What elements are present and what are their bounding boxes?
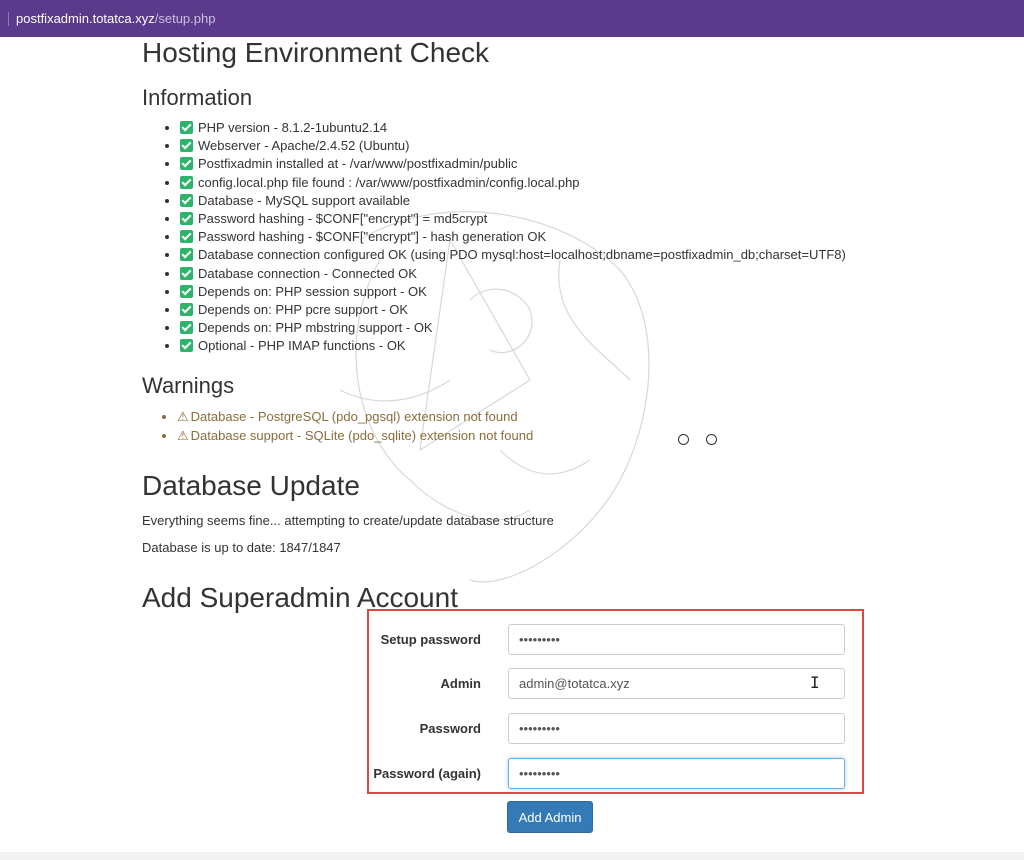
checkmark-icon bbox=[180, 248, 193, 262]
check-item: PHP version - 8.1.2-1ubuntu2.14 bbox=[180, 119, 846, 137]
check-text: config.local.php file found : /var/www/p… bbox=[198, 174, 580, 190]
check-item: Webserver - Apache/2.4.52 (Ubuntu) bbox=[180, 137, 846, 155]
check-text: Depends on: PHP mbstring support - OK bbox=[198, 320, 433, 336]
check-text: Password hashing - $CONF["encrypt"] = md… bbox=[198, 211, 488, 227]
check-item: Database connection - Connected OK bbox=[180, 265, 846, 283]
check-text: Webserver - Apache/2.4.52 (Ubuntu) bbox=[198, 138, 410, 154]
admin-row: Admin bbox=[369, 668, 866, 699]
information-list: PHP version - 8.1.2-1ubuntu2.14 Webserve… bbox=[162, 119, 846, 356]
password-again-input[interactable] bbox=[508, 758, 845, 789]
check-text: Postfixadmin installed at - /var/www/pos… bbox=[198, 156, 518, 172]
database-version-status: Database is up to date: 1847/1847 bbox=[142, 540, 341, 555]
warning-icon: ⚠ bbox=[177, 409, 189, 424]
page-bottom-bar bbox=[0, 852, 1024, 860]
checkmark-icon bbox=[180, 230, 193, 244]
password-again-row: Password (again) bbox=[369, 758, 866, 789]
password-again-label: Password (again) bbox=[373, 766, 481, 781]
checkmark-icon bbox=[180, 175, 193, 189]
database-update-title: Database Update bbox=[142, 470, 360, 501]
check-item: Password hashing - $CONF["encrypt"] = md… bbox=[180, 210, 846, 228]
url-host: postfixadmin.totatca.xyz bbox=[16, 11, 155, 26]
database-update-status: Everything seems fine... attempting to c… bbox=[142, 513, 554, 528]
check-item: Depends on: PHP mbstring support - OK bbox=[180, 319, 846, 337]
password-input[interactable] bbox=[508, 713, 845, 744]
check-item: Depends on: PHP session support - OK bbox=[180, 283, 846, 301]
password-label: Password bbox=[419, 721, 481, 736]
check-item: Optional - PHP IMAP functions - OK bbox=[180, 337, 846, 355]
check-text: Database connection configured OK (using… bbox=[198, 247, 846, 263]
browser-address-bar[interactable]: postfixadmin.totatca.xyz/setup.php bbox=[0, 0, 1024, 37]
check-text: Optional - PHP IMAP functions - OK bbox=[198, 338, 406, 354]
warning-item: ⚠Database - PostgreSQL (pdo_pgsql) exten… bbox=[177, 407, 533, 426]
admin-label: Admin bbox=[440, 676, 481, 691]
check-item: Depends on: PHP pcre support - OK bbox=[180, 301, 846, 319]
warning-text: Database - PostgreSQL (pdo_pgsql) extens… bbox=[190, 409, 518, 424]
warnings-heading: Warnings bbox=[142, 373, 235, 398]
dot-icon bbox=[678, 434, 689, 445]
setup-password-input[interactable] bbox=[508, 624, 845, 655]
checkmark-icon bbox=[180, 321, 193, 335]
checkmark-icon bbox=[180, 266, 193, 280]
checkmark-icon bbox=[180, 339, 193, 353]
check-text: Depends on: PHP session support - OK bbox=[198, 283, 427, 299]
checkmark-icon bbox=[180, 157, 193, 171]
check-item: Database connection configured OK (using… bbox=[180, 246, 846, 264]
checkmark-icon bbox=[180, 212, 193, 226]
check-text: PHP version - 8.1.2-1ubuntu2.14 bbox=[198, 120, 388, 135]
checkmark-icon bbox=[180, 284, 193, 298]
warnings-list: ⚠Database - PostgreSQL (pdo_pgsql) exten… bbox=[162, 407, 533, 445]
check-text: Password hashing - $CONF["encrypt"] - ha… bbox=[198, 229, 547, 245]
admin-email-input[interactable] bbox=[508, 668, 845, 699]
check-item: Postfixadmin installed at - /var/www/pos… bbox=[180, 155, 846, 173]
setup-password-row: Setup password bbox=[369, 624, 866, 655]
check-item: Password hashing - $CONF["encrypt"] - ha… bbox=[180, 228, 846, 246]
setup-password-label: Setup password bbox=[380, 632, 481, 647]
hosting-environment-title: Hosting Environment Check bbox=[142, 37, 490, 68]
information-heading: Information bbox=[142, 85, 253, 110]
check-text: Depends on: PHP pcre support - OK bbox=[198, 302, 409, 318]
address-bar-divider bbox=[8, 11, 9, 26]
check-text: Database - MySQL support available bbox=[198, 192, 410, 208]
url-text[interactable]: postfixadmin.totatca.xyz/setup.php bbox=[16, 11, 215, 26]
url-path: /setup.php bbox=[154, 11, 216, 26]
text-cursor-icon: I bbox=[810, 673, 820, 692]
add-admin-button[interactable]: Add Admin bbox=[507, 801, 593, 833]
warning-text: Database support - SQLite (pdo_sqlite) e… bbox=[190, 428, 534, 443]
superadmin-form-highlight: Setup password Admin Password Password (… bbox=[367, 609, 864, 794]
check-item: Database - MySQL support available bbox=[180, 192, 846, 210]
password-row: Password bbox=[369, 713, 866, 744]
warning-item: ⚠Database support - SQLite (pdo_sqlite) … bbox=[177, 426, 533, 445]
checkmark-icon bbox=[180, 303, 193, 317]
check-text: Database connection - Connected OK bbox=[198, 265, 417, 281]
warning-icon: ⚠ bbox=[177, 428, 189, 443]
checkmark-icon bbox=[180, 121, 193, 134]
dot-icon bbox=[706, 434, 717, 445]
checkmark-icon bbox=[180, 139, 193, 153]
checkmark-icon bbox=[180, 193, 193, 207]
check-item: config.local.php file found : /var/www/p… bbox=[180, 174, 846, 192]
